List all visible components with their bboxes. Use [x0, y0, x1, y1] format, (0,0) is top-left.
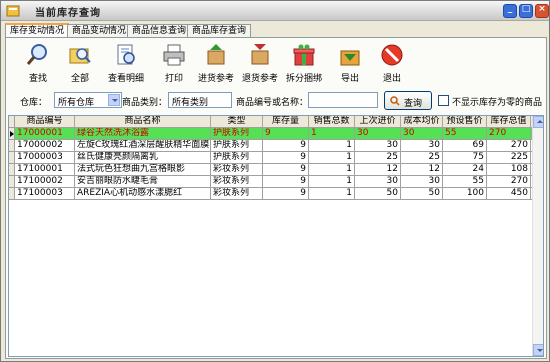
warehouse-select[interactable]: 所有仓库 — [54, 92, 122, 108]
maximize-button[interactable]: □ — [519, 4, 533, 18]
table-row[interactable]: 17000001 绿谷天然洗沐浴露 护肤系列 9 1 30 30 55 270 … — [9, 128, 541, 140]
col-header-name[interactable]: 商品名称 — [75, 116, 211, 128]
find-button[interactable]: 查找 — [20, 43, 56, 85]
minimize-icon: _ — [507, 4, 513, 14]
print-button[interactable]: 打印 — [156, 43, 192, 85]
col-header-type[interactable]: 类型 — [211, 116, 263, 128]
hide-zero-stock-checkbox[interactable] — [438, 95, 449, 106]
stock-query-window: 当前库存查询 _ □ × 库存变动情况 商品变动情况 商品信息查询 商品库存查询… — [0, 0, 550, 362]
code-label: 商品编号或名称： — [236, 98, 309, 108]
warehouse-label: 仓库： — [20, 98, 48, 108]
all-button[interactable]: 全部 — [62, 43, 98, 85]
category-field[interactable]: 所有类别 — [168, 92, 232, 108]
export-box-icon — [340, 50, 360, 66]
code-search-input[interactable] — [308, 92, 378, 108]
col-header-sales[interactable]: 销售总数 — [309, 116, 355, 128]
gift-icon — [293, 44, 315, 66]
view-detail-button[interactable]: 查看明细 — [106, 43, 146, 85]
box-out-icon — [251, 44, 269, 65]
folder-search-icon — [69, 48, 91, 64]
col-header-preset-price[interactable]: 预设售价 — [443, 116, 487, 128]
tab-panel: 查找 全部 查看明细 打印 进货参考 退货参考 拆分捆绑 导出 退出 仓库： 所… — [5, 37, 547, 359]
box-in-icon — [207, 44, 225, 65]
close-button[interactable]: × — [535, 4, 549, 18]
minimize-button[interactable]: _ — [503, 4, 517, 18]
tab-product-info[interactable]: 商品信息查询 — [127, 24, 192, 37]
app-icon — [6, 5, 20, 17]
return-reference-button[interactable]: 退货参考 — [240, 43, 280, 85]
stock-grid: 商品编号 商品名称 类型 库存量 销售总数 上次进价 成本均价 预设售价 库存总… — [8, 115, 544, 357]
table-row[interactable]: 17100001 法式玩色狂想曲九宫格眼影 彩妆系列 9 1 12 12 24 … — [9, 164, 541, 176]
document-search-icon — [117, 44, 135, 65]
purchase-reference-button[interactable]: 进货参考 — [196, 43, 236, 85]
vertical-scrollbar[interactable] — [532, 116, 543, 356]
title-bar[interactable]: 当前库存查询 _ □ × — [1, 1, 549, 21]
col-header-stock[interactable]: 库存量 — [263, 116, 309, 128]
tab-product-changes[interactable]: 商品变动情况 — [67, 24, 132, 37]
tab-product-stock[interactable]: 商品库存查询 — [187, 24, 252, 37]
col-header-total-value[interactable]: 库存总值 — [487, 116, 531, 128]
tab-stock-changes[interactable]: 库存变动情况 — [5, 23, 70, 37]
col-header-avg-cost[interactable]: 成本均价 — [401, 116, 443, 128]
search-icon — [390, 96, 400, 106]
scroll-down-icon[interactable] — [533, 344, 543, 356]
table-row[interactable]: 17000002 左旋C玫瑰红酒深层醒肤精华面膜 护肤系列 9 1 30 30 … — [9, 140, 541, 152]
hide-zero-stock-label: 不显示库存为零的商品 — [452, 98, 543, 108]
chevron-down-icon[interactable] — [108, 94, 120, 106]
scroll-up-icon[interactable] — [533, 116, 543, 128]
current-row-icon — [10, 131, 14, 137]
search-bar: 仓库： 所有仓库 商品类别： 所有类别 商品编号或名称： 查询 不显示库存为零的… — [6, 90, 546, 112]
close-icon: × — [538, 4, 546, 14]
table-row[interactable]: 17000003 丝氏健康亮颜隔离乳 护肤系列 9 1 25 25 75 225… — [9, 152, 541, 164]
split-bundle-button[interactable]: 拆分捆绑 — [284, 43, 324, 85]
table-row[interactable]: 17100003 AREZIA心机动感水漾腮红 彩妆系列 9 1 50 50 1… — [9, 188, 541, 200]
table-row[interactable]: 17100002 安吉丽眼防水睫毛膏 彩妆系列 9 1 30 30 55 270… — [9, 176, 541, 188]
maximize-icon: □ — [521, 4, 531, 14]
col-header-code[interactable]: 商品编号 — [15, 116, 75, 128]
grid-header: 商品编号 商品名称 类型 库存量 销售总数 上次进价 成本均价 预设售价 库存总… — [9, 116, 541, 128]
export-button[interactable]: 导出 — [332, 43, 368, 85]
query-button[interactable]: 查询 — [384, 91, 432, 110]
no-entry-icon — [381, 44, 403, 66]
magnifier-icon — [26, 44, 47, 65]
printer-icon — [163, 44, 185, 66]
window-title: 当前库存查询 — [35, 8, 101, 19]
col-header-last-price[interactable]: 上次进价 — [355, 116, 401, 128]
toolbar: 查找 全部 查看明细 打印 进货参考 退货参考 拆分捆绑 导出 退出 — [6, 38, 546, 86]
exit-button[interactable]: 退出 — [374, 43, 410, 85]
tab-bar: 库存变动情况 商品变动情况 商品信息查询 商品库存查询 — [5, 23, 545, 37]
category-label: 商品类别： — [122, 98, 168, 108]
